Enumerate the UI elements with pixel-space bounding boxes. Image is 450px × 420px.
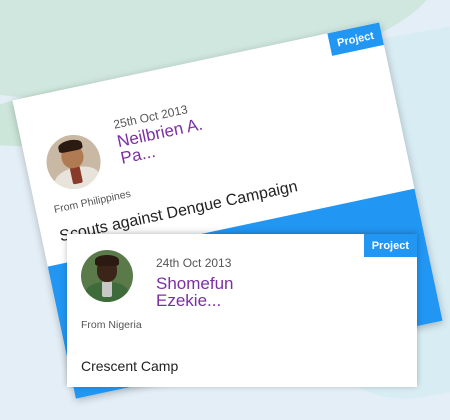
avatar[interactable] [81,250,133,302]
project-card[interactable]: Project 24th Oct 2013 Shomefun Ezekie...… [67,234,417,387]
project-badge: Project [363,234,417,257]
avatar[interactable] [41,129,106,194]
project-title[interactable]: Crescent Camp [81,358,178,374]
author-name-link[interactable]: Shomefun Ezekie... [156,275,266,309]
post-date: 24th Oct 2013 [156,256,232,270]
author-country: From Philippines [52,187,132,216]
author-country: From Nigeria [81,319,142,331]
